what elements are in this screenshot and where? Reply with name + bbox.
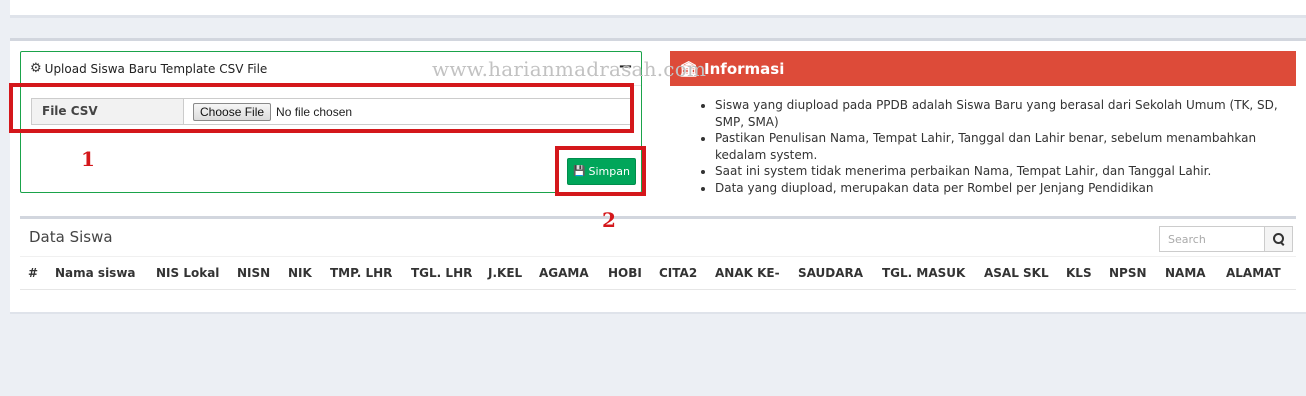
column-header[interactable]: NIS Lokal [156, 266, 219, 280]
column-header[interactable]: TGL. MASUK [882, 266, 965, 280]
search-icon [1272, 233, 1285, 245]
column-header[interactable]: ASAL SKL [984, 266, 1049, 280]
info-item: Siswa yang diupload pada PPDB adalah Sis… [715, 97, 1296, 130]
column-header[interactable]: NPSN [1109, 266, 1147, 280]
info-title: Informasi [704, 59, 785, 78]
column-header[interactable]: KLS [1066, 266, 1092, 280]
gears-icon: ⚙ [30, 61, 42, 76]
column-header[interactable]: J.KEL [488, 266, 522, 280]
upload-title-text: Upload Siswa Baru Template CSV File [44, 61, 268, 76]
search-input[interactable] [1159, 226, 1265, 252]
info-item: Pastikan Penulisan Nama, Tempat Lahir, T… [715, 130, 1296, 163]
column-header[interactable]: SAUDARA [798, 266, 863, 280]
column-header[interactable]: ANAK KE- [715, 266, 780, 280]
column-header[interactable]: NISN [237, 266, 270, 280]
info-panel-header: 🏛 Informasi [670, 51, 1296, 86]
search-box [1159, 226, 1293, 252]
column-header[interactable]: NAMA [1165, 266, 1206, 280]
column-header[interactable]: TMP. LHR [330, 266, 392, 280]
info-item: Data yang diupload, merupakan data per R… [715, 180, 1296, 197]
column-header[interactable]: Nama siswa [55, 266, 136, 280]
column-header[interactable]: TGL. LHR [411, 266, 472, 280]
column-header[interactable]: HOBI [608, 266, 642, 280]
search-button[interactable] [1265, 226, 1293, 252]
top-card [10, 0, 1306, 18]
upload-panel-title: ⚙ Upload Siswa Baru Template CSV File [30, 61, 267, 76]
data-siswa-title: Data Siswa [29, 228, 113, 246]
info-panel: 🏛 Informasi Siswa yang diupload pada PPD… [670, 51, 1296, 201]
annotation-number-2: 2 [602, 208, 616, 232]
annotation-number-1: 1 [81, 147, 95, 171]
column-header[interactable]: AGAMA [539, 266, 589, 280]
watermark: www.harianmadrasah.com [432, 57, 707, 81]
table-header: # Nama siswa NIS Lokal NISN NIK TMP. LHR… [20, 256, 1296, 290]
info-list: Siswa yang diupload pada PPDB adalah Sis… [670, 86, 1296, 196]
annotation-box-1 [9, 83, 634, 133]
info-item: Saat ini system tidak menerima perbaikan… [715, 163, 1296, 180]
column-header[interactable]: CITA2 [659, 266, 697, 280]
annotation-box-2 [555, 146, 646, 196]
column-header[interactable]: NIK [288, 266, 312, 280]
data-siswa-section: Data Siswa # Nama siswa NIS Lokal NISN N… [20, 216, 1296, 290]
column-header[interactable]: # [28, 266, 38, 280]
column-header[interactable]: ALAMAT [1226, 266, 1281, 280]
